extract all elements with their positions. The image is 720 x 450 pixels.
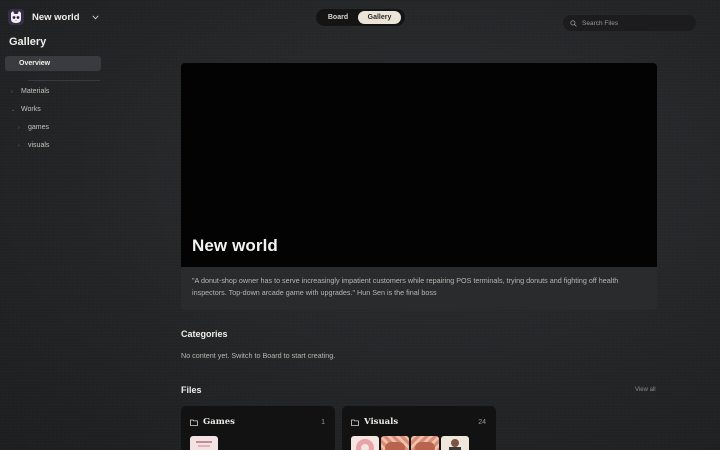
search-icon	[570, 19, 577, 27]
categories-title: Categories	[181, 329, 228, 339]
folder-card-visuals[interactable]: Visuals 24	[342, 406, 496, 450]
folder-name: Visuals	[364, 417, 399, 427]
sidebar-item-label: Materials	[21, 88, 50, 95]
chevron-down-icon[interactable]: ⌄	[11, 107, 16, 113]
folder-card-games[interactable]: Games 1	[181, 406, 335, 450]
folder-icon	[190, 419, 198, 426]
chevron-down-icon[interactable]	[91, 13, 99, 22]
sidebar-item-label: Works	[21, 106, 41, 113]
sidebar-divider	[28, 80, 100, 81]
file-thumbnail[interactable]	[190, 436, 218, 450]
chevron-right-icon[interactable]: ›	[18, 125, 23, 131]
file-thumbnail[interactable]	[411, 436, 439, 450]
sidebar-item-label: games	[28, 124, 50, 131]
sidebar-item-games[interactable]: › games	[18, 124, 49, 131]
view-toggle: Board Gallery	[316, 9, 405, 26]
gallery-view-button[interactable]: Gallery	[358, 11, 401, 24]
sidebar-title: Gallery	[9, 36, 47, 48]
sidebar-item-label: visuals	[28, 142, 50, 149]
board-view-button[interactable]: Board	[318, 11, 358, 24]
folder-count: 24	[478, 419, 486, 426]
folder-icon	[351, 419, 359, 426]
files-title: Files	[181, 385, 202, 395]
search-bar[interactable]	[563, 15, 696, 31]
folder-count: 1	[321, 419, 325, 426]
sidebar: New world Gallery Overview › Materials ⌄…	[0, 0, 110, 450]
chevron-right-icon[interactable]: ›	[18, 143, 23, 149]
cat-logo-icon	[8, 9, 24, 25]
sidebar-item-works[interactable]: ⌄ Works	[11, 106, 41, 113]
file-thumbnail[interactable]	[351, 436, 379, 450]
search-input[interactable]	[582, 19, 682, 27]
chevron-right-icon[interactable]: ›	[11, 89, 16, 95]
view-all-link[interactable]: View all	[635, 387, 656, 393]
folder-name: Games	[203, 417, 235, 427]
file-thumbnail[interactable]	[441, 436, 469, 450]
categories-empty-text: No content yet. Switch to Board to start…	[181, 351, 336, 360]
sidebar-item-visuals[interactable]: › visuals	[18, 142, 49, 149]
workspace-switcher[interactable]: New world	[8, 9, 99, 25]
hero-description: "A donut-shop owner has to serve increas…	[192, 276, 619, 297]
workspace-name: New world	[32, 11, 80, 23]
project-hero: New world "A donut-shop owner has to ser…	[181, 63, 657, 310]
sidebar-item-overview[interactable]: Overview	[5, 56, 101, 71]
hero-title: New world	[192, 236, 278, 255]
file-thumbnail[interactable]	[381, 436, 409, 450]
sidebar-item-materials[interactable]: › Materials	[11, 88, 49, 95]
